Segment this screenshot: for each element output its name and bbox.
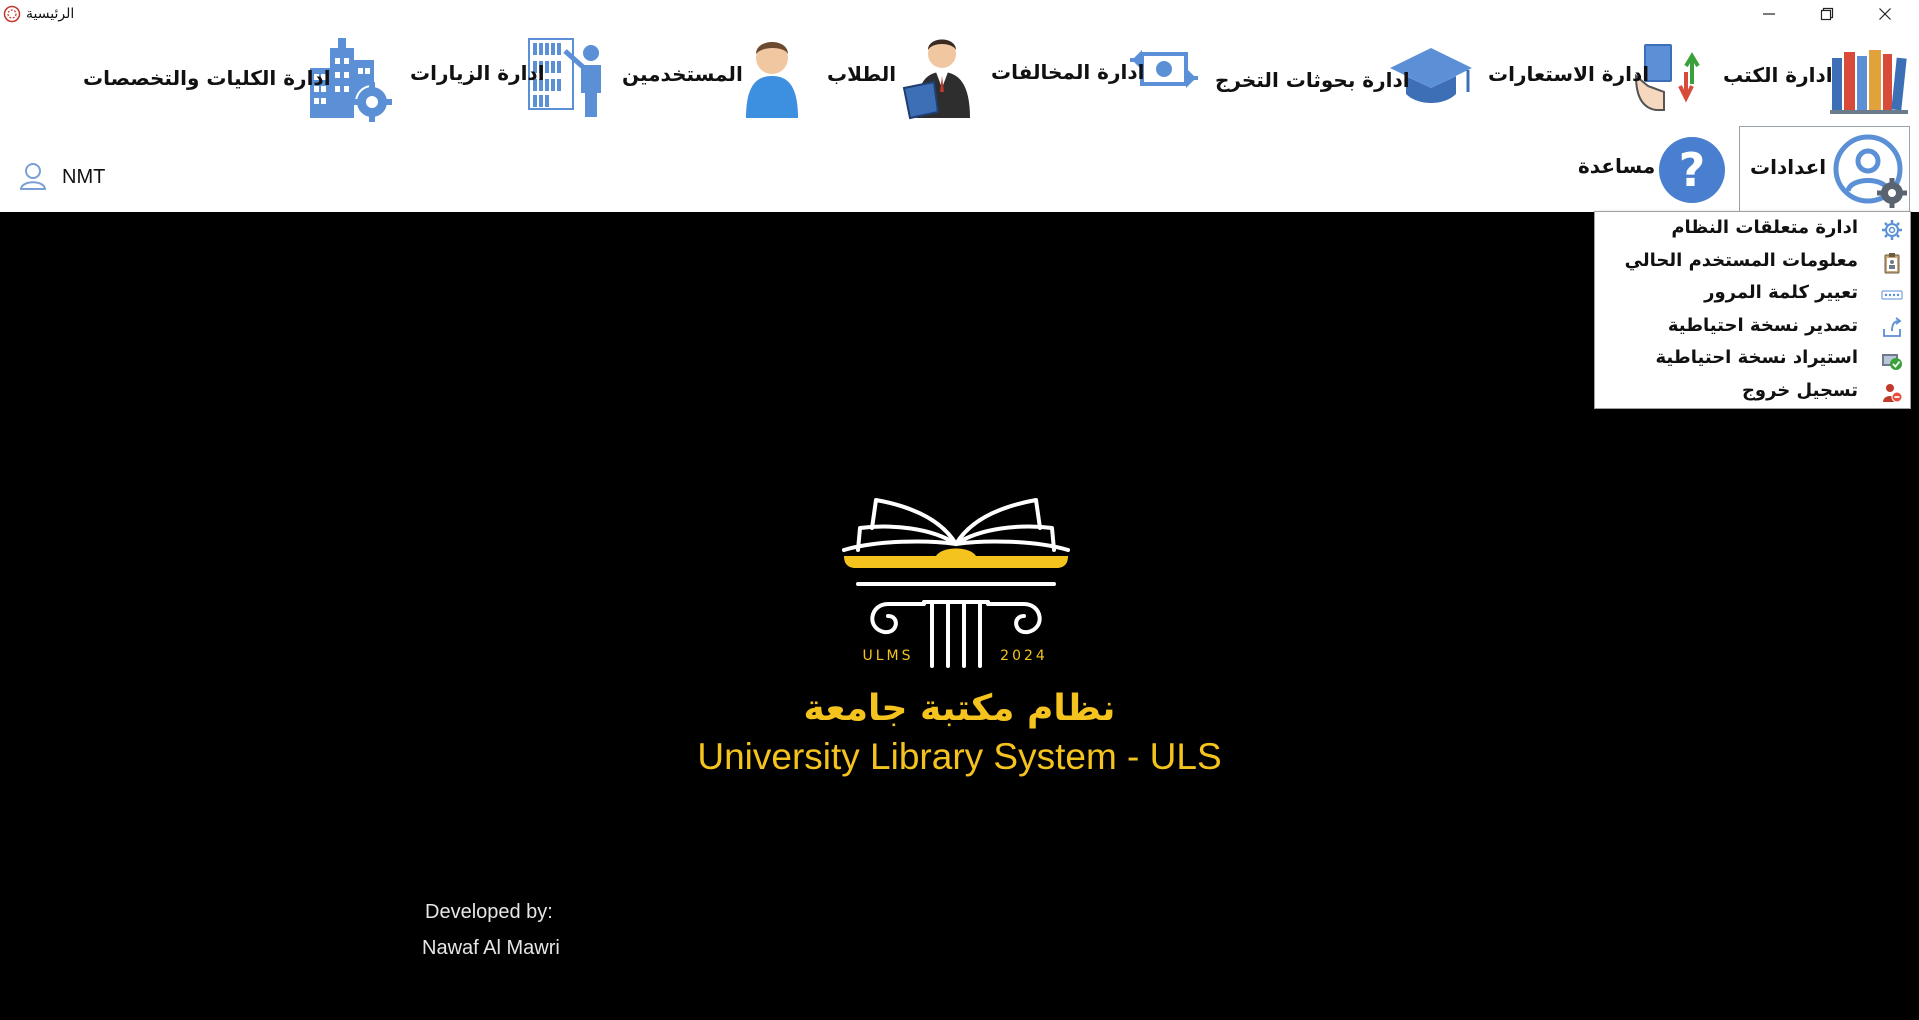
toolbar-violations-label: ادارة المخالفات	[991, 60, 1145, 84]
close-button[interactable]	[1862, 0, 1908, 28]
toolbar-books-label: ادارة الكتب	[1723, 63, 1833, 87]
logo-left-text: ULMS	[862, 648, 913, 664]
menu-item-label: تصدير نسخة احتياطية	[1667, 315, 1858, 336]
clipboard-icon	[1884, 253, 1900, 274]
toolbar-graduation-research-label: ادارة بحوثات التخرج	[1215, 68, 1410, 92]
toolbar-visits-button[interactable]: ادارة الزيارات	[405, 28, 610, 128]
toolbar-colleges-label: ادارة الكليات والتخصصات	[83, 66, 331, 90]
toolbar-students-button[interactable]: الطلاب	[820, 28, 980, 128]
minimize-button[interactable]	[1746, 0, 1792, 28]
close-icon	[1879, 8, 1891, 20]
settings-dropdown-menu: ادارة متعلقات النظام معلومات المستخدم ال…	[1594, 211, 1911, 409]
toolbar-violations-button[interactable]: ادارة المخالفات	[985, 28, 1205, 128]
toolbar-help-label: مساعدة	[1578, 154, 1656, 178]
restore-button[interactable]	[1804, 0, 1850, 28]
toolbar-users-button[interactable]: المستخدمين	[615, 28, 810, 128]
toolbar-help-button[interactable]: مساعدة ?	[1570, 130, 1735, 210]
toolbar-colleges-button[interactable]: ادارة الكليات والتخصصات	[80, 28, 400, 128]
toolbar-settings-button[interactable]: اعدادات	[1739, 126, 1910, 212]
toolbar-users-label: المستخدمين	[622, 62, 743, 86]
gear-icon	[1882, 220, 1902, 240]
logo-right-text: 2024	[1000, 648, 1048, 664]
export-backup-icon	[1883, 317, 1902, 337]
developed-by-label: Developed by:	[425, 901, 553, 923]
help-icon: ?	[1659, 137, 1725, 203]
toolbar-visits-label: ادارة الزيارات	[410, 61, 545, 85]
toolbar-borrowings-label: ادارة الاستعارات	[1488, 62, 1650, 86]
menu-item-label: تعيير كلمة المرور	[1704, 282, 1858, 303]
menu-item-export-backup[interactable]: تصدير نسخة احتياطية	[1595, 311, 1910, 343]
toolbar-graduation-research-button[interactable]: ادارة بحوثات التخرج	[1210, 28, 1475, 128]
user-outline-icon	[19, 163, 47, 190]
menu-item-logout[interactable]: تسجيل خروج	[1595, 376, 1910, 408]
import-backup-icon	[1882, 354, 1902, 370]
menu-item-system-settings[interactable]: ادارة متعلقات النظام	[1595, 213, 1910, 245]
user-icon	[746, 42, 798, 118]
menu-item-label: تسجيل خروج	[1741, 380, 1858, 401]
toolbar-borrowings-button[interactable]: ادارة الاستعارات	[1480, 28, 1705, 128]
password-field-icon	[1881, 290, 1903, 300]
developer-name: Nawaf Al Mawri	[422, 937, 560, 959]
toolbar-students-label: الطلاب	[827, 62, 897, 86]
system-title-english: University Library System - ULS	[697, 736, 1222, 777]
minimize-icon	[1763, 13, 1775, 15]
window-title: الرئيسية	[26, 6, 75, 22]
logout-icon	[1883, 384, 1903, 403]
svg-text:?: ?	[1679, 143, 1706, 197]
toolbar-books-button[interactable]: ادارة الكتب	[1720, 28, 1910, 128]
restore-icon	[1820, 7, 1834, 21]
menu-item-import-backup[interactable]: استيراد نسخة احتياطية	[1595, 343, 1910, 375]
title-bar: الرئيسية	[0, 0, 1919, 28]
user-settings-icon	[1833, 134, 1907, 208]
student-reading-icon	[902, 39, 970, 120]
system-title-arabic: نظام مكتبة جامعة	[803, 688, 1116, 729]
current-user-name: NMT	[62, 166, 106, 188]
books-icon	[1830, 50, 1908, 114]
library-logo-icon: ULMS 2024	[842, 498, 1070, 668]
menu-item-change-password[interactable]: تعيير كلمة المرور	[1595, 278, 1910, 310]
menu-item-current-user-info[interactable]: معلومات المستخدم الحالي	[1595, 246, 1910, 278]
menu-item-label: ادارة متعلقات النظام	[1671, 217, 1858, 238]
menu-item-label: معلومات المستخدم الحالي	[1624, 250, 1858, 271]
toolbar-settings-label: اعدادات	[1750, 155, 1827, 179]
menu-item-label: استيراد نسخة احتياطية	[1655, 347, 1858, 368]
app-icon	[3, 5, 21, 23]
